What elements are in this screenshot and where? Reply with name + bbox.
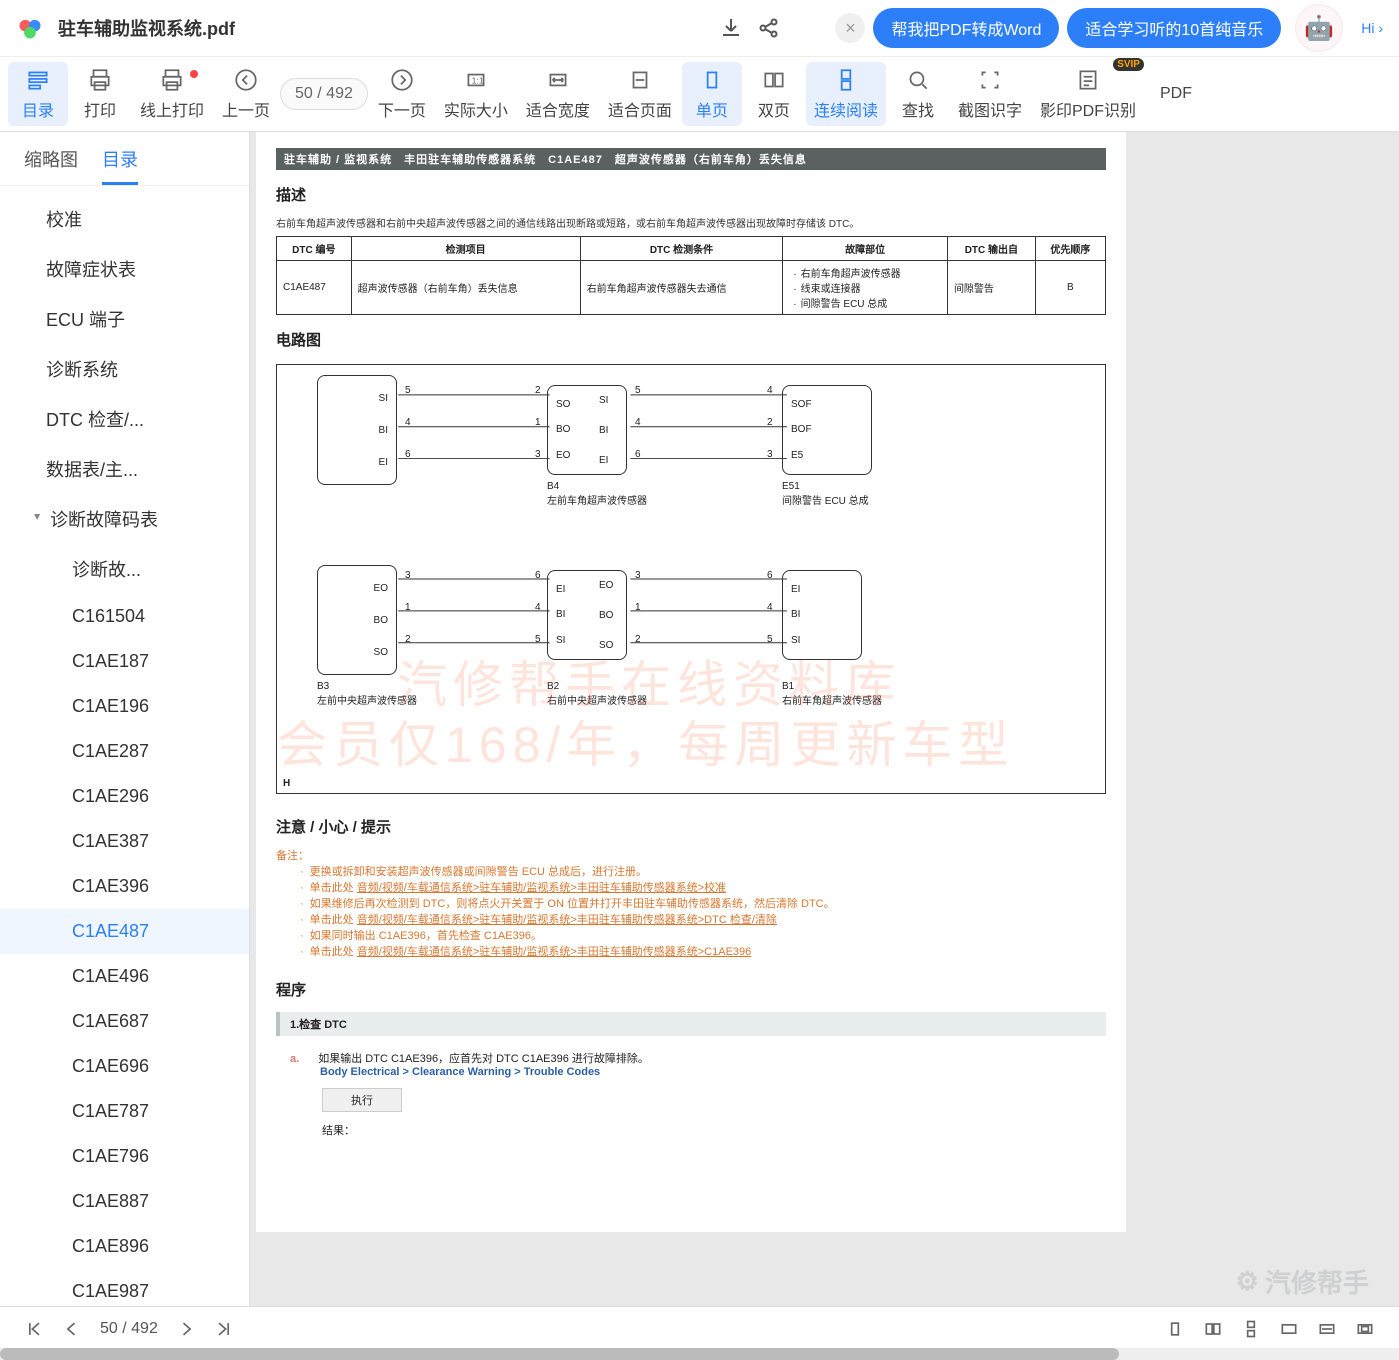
toc-item[interactable]: C1AE487 — [0, 909, 249, 954]
toc-item[interactable]: 诊断故... — [0, 544, 249, 594]
toc-item[interactable]: C1AE387 — [0, 819, 249, 864]
suggestion-pill-2[interactable]: 适合学习听的10首纯音乐 — [1067, 8, 1281, 48]
toc-item[interactable]: C1AE496 — [0, 954, 249, 999]
heading-notes: 注意 / 小心 / 提示 — [276, 816, 1106, 837]
sidebar: 缩略图 目录 校准故障症状表ECU 端子诊断系统DTC 检查/...数据表/主.… — [0, 132, 250, 1322]
heading-procedure: 程序 — [276, 979, 1106, 1000]
tool-online-print[interactable]: 线上打印 — [132, 62, 212, 126]
heading-description: 描述 — [276, 184, 1106, 205]
toc-list[interactable]: 校准故障症状表ECU 端子诊断系统DTC 检查/...数据表/主...诊断故障码… — [0, 186, 249, 1322]
suggestion-pill-1[interactable]: 帮我把PDF转成Word — [873, 8, 1059, 48]
prev-page-icon[interactable] — [62, 1319, 82, 1339]
toc-item[interactable]: 校准 — [0, 194, 249, 244]
tool-actual-size[interactable]: 1:1实际大小 — [436, 62, 516, 126]
document-viewport[interactable]: 驻车辅助 / 监视系统 丰田驻车辅助传感器系统 C1AE487 超声波传感器（右… — [250, 132, 1399, 1322]
last-page-icon[interactable] — [214, 1319, 234, 1339]
tool-pdf-ocr[interactable]: SVIP影印PDF识别 — [1032, 62, 1144, 126]
circuit-diagram: SIBIEI SOBOEO SIBIEI SOFBOFE5 52 41 63 5… — [276, 364, 1106, 794]
dtc-code: C1AE487 — [277, 261, 352, 315]
view-single-icon[interactable] — [1165, 1319, 1185, 1339]
description-text: 右前车角超声波传感器和右前中央超声波传感器之间的通信线路出现断路或短路，或右前车… — [276, 215, 1106, 230]
tool-print[interactable]: 打印 — [70, 62, 130, 126]
tool-fit-width[interactable]: 适合宽度 — [518, 62, 598, 126]
watermark-2: 会员仅168/年，每周更新车型 — [277, 705, 1014, 777]
app-logo-icon — [16, 14, 44, 42]
download-icon[interactable] — [719, 16, 743, 40]
toc-item[interactable]: C1AE287 — [0, 729, 249, 774]
toc-item[interactable]: 诊断系统 — [0, 344, 249, 394]
toc-item[interactable]: C1AE787 — [0, 1089, 249, 1134]
toc-item[interactable]: C1AE887 — [0, 1179, 249, 1224]
toc-item[interactable]: 诊断故障码表 — [0, 494, 249, 544]
step-header: 1.检查 DTC — [276, 1012, 1106, 1036]
toc-item[interactable]: C1AE796 — [0, 1134, 249, 1179]
first-page-icon[interactable] — [24, 1319, 44, 1339]
tab-toc[interactable]: 目录 — [102, 146, 138, 185]
tool-continuous[interactable]: 连续阅读 — [806, 62, 886, 126]
tool-toc[interactable]: 目录 — [8, 62, 68, 126]
toc-item[interactable]: C1AE196 — [0, 684, 249, 729]
toc-item[interactable]: DTC 检查/... — [0, 394, 249, 444]
content-area: 缩略图 目录 校准故障症状表ECU 端子诊断系统DTC 检查/...数据表/主.… — [0, 132, 1399, 1322]
toc-item[interactable]: C1AE687 — [0, 999, 249, 1044]
toc-item[interactable]: C1AE696 — [0, 1044, 249, 1089]
zoom-11-icon[interactable] — [1279, 1319, 1299, 1339]
page: 驻车辅助 / 监视系统 丰田驻车辅助传感器系统 C1AE487 超声波传感器（右… — [256, 132, 1126, 1232]
heading-circuit: 电路图 — [276, 329, 1106, 350]
titlebar: 驻车辅助监视系统.pdf × 帮我把PDF转成Word 适合学习听的10首纯音乐… — [0, 0, 1399, 56]
toc-item[interactable]: C1AE187 — [0, 639, 249, 684]
toolbar: 目录 打印 线上打印 上一页 50 / 492 下一页 1:1实际大小 适合宽度… — [0, 56, 1399, 132]
tool-fit-page[interactable]: 适合页面 — [600, 62, 680, 126]
page-header-bar: 驻车辅助 / 监视系统 丰田驻车辅助传感器系统 C1AE487 超声波传感器（右… — [276, 148, 1106, 170]
dtc-table: DTC 编号 检测项目 DTC 检测条件 故障部位 DTC 输出自 优先顺序 C… — [276, 236, 1106, 315]
bottom-page-indicator[interactable]: 50 / 492 — [100, 1320, 158, 1338]
breadcrumb-link[interactable]: Body Electrical > Clearance Warning > Tr… — [320, 1066, 600, 1078]
tool-pdf-more[interactable]: PDF — [1146, 62, 1206, 126]
toc-item[interactable]: C161504 — [0, 594, 249, 639]
fit-width-icon[interactable] — [1317, 1319, 1337, 1339]
greeting[interactable]: Hi › — [1361, 20, 1383, 36]
toc-item[interactable]: C1AE896 — [0, 1224, 249, 1269]
avatar[interactable]: 🤖 — [1295, 4, 1343, 52]
toc-item[interactable]: 数据表/主... — [0, 444, 249, 494]
document-title: 驻车辅助监视系统.pdf — [58, 15, 235, 41]
execute-button[interactable]: 执行 — [323, 1089, 401, 1111]
tool-find[interactable]: 查找 — [888, 62, 948, 126]
toc-item[interactable]: C1AE396 — [0, 864, 249, 909]
step-text: 如果输出 DTC C1AE396，应首先对 DTC C1AE396 进行故障排除… — [318, 1053, 649, 1065]
share-icon[interactable] — [757, 16, 781, 40]
svg-text:1:1: 1:1 — [472, 75, 484, 85]
horizontal-scrollbar[interactable] — [0, 1348, 1399, 1360]
brand-watermark: ⚙汽修帮手 — [1236, 1263, 1369, 1300]
tool-double-page[interactable]: 双页 — [744, 62, 804, 126]
toc-item[interactable]: C1AE296 — [0, 774, 249, 819]
view-double-icon[interactable] — [1203, 1319, 1223, 1339]
next-page-icon[interactable] — [176, 1319, 196, 1339]
toc-item[interactable]: 故障症状表 — [0, 244, 249, 294]
tool-single-page[interactable]: 单页 — [682, 62, 742, 126]
tab-thumbnails[interactable]: 缩略图 — [24, 146, 78, 185]
result-label: 结果： — [322, 1122, 1106, 1138]
fit-page-icon[interactable] — [1355, 1319, 1375, 1339]
page-number-input[interactable]: 50 / 492 — [280, 78, 368, 110]
step-label-a: a. — [290, 1053, 299, 1065]
notes-block: 备注： 更换或拆卸和安装超声波传感器或间隙警告 ECU 总成后，进行注册。单击此… — [276, 847, 1106, 959]
tool-ocr-crop[interactable]: 截图识字 — [950, 62, 1030, 126]
close-suggestion-button[interactable]: × — [835, 13, 865, 43]
tool-prev-page[interactable]: 上一页 — [214, 62, 278, 126]
tool-next-page[interactable]: 下一页 — [370, 62, 434, 126]
bottom-bar: 50 / 492 — [0, 1306, 1399, 1350]
toc-item[interactable]: ECU 端子 — [0, 294, 249, 344]
view-continuous-icon[interactable] — [1241, 1319, 1261, 1339]
sidebar-tabs: 缩略图 目录 — [0, 132, 249, 186]
